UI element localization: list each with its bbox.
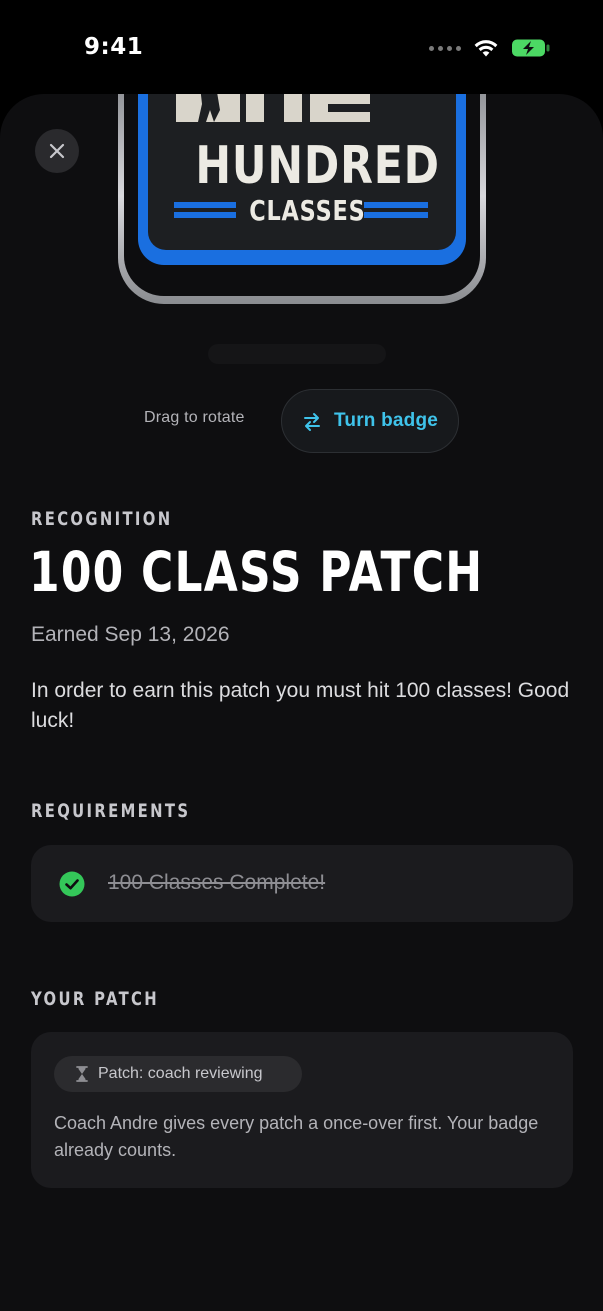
cellular-signal-icon xyxy=(429,45,461,51)
page-title: 100 CLASS PATCH xyxy=(29,540,484,604)
rotate-controls: Drag to rotate Turn badge xyxy=(0,388,603,454)
requirements-heading: REQUIREMENTS xyxy=(31,800,191,822)
your-patch-heading: YOUR PATCH xyxy=(31,988,160,1010)
status-icons xyxy=(429,38,551,58)
check-circle-icon xyxy=(59,871,85,897)
battery-charging-icon xyxy=(512,39,550,57)
hourglass-icon xyxy=(76,1066,88,1082)
requirement-item: 100 Classes Complete! xyxy=(31,845,573,922)
requirement-label: 100 Classes Complete! xyxy=(108,871,326,894)
wifi-icon xyxy=(474,40,498,57)
badge-detail-sheet: HUNDRED CLASSES Drag to rotate Turn badg… xyxy=(0,94,603,1311)
swap-arrows-icon xyxy=(304,413,320,431)
badge-text-hundred: HUNDRED xyxy=(195,136,440,196)
badge-artwork[interactable]: HUNDRED CLASSES xyxy=(118,94,486,324)
your-patch-card: Patch: coach reviewing Coach Andre gives… xyxy=(31,1032,573,1188)
status-badge: Patch: coach reviewing xyxy=(54,1056,302,1092)
recognition-kicker: RECOGNITION xyxy=(31,508,173,530)
turn-badge-label: Turn badge xyxy=(334,410,439,431)
patch-description: In order to earn this patch you must hit… xyxy=(31,679,570,732)
badge-stripe-left xyxy=(174,202,236,208)
close-button[interactable] xyxy=(35,129,79,173)
earned-date: Earned Sep 13, 2026 xyxy=(31,623,230,646)
patch-review-note: Coach Andre gives every patch a once-ove… xyxy=(54,1113,539,1160)
badge-shadow xyxy=(208,344,386,364)
status-bar: 9:41 xyxy=(0,0,603,94)
close-icon xyxy=(49,143,65,159)
turn-badge-button[interactable]: Turn badge xyxy=(281,389,459,453)
badge-text-classes: CLASSES xyxy=(249,194,366,227)
badge-stripe-right xyxy=(364,202,428,208)
drag-hint: Drag to rotate xyxy=(144,409,245,426)
status-time: 9:41 xyxy=(84,34,144,60)
status-badge-label: Patch: coach reviewing xyxy=(98,1065,263,1082)
